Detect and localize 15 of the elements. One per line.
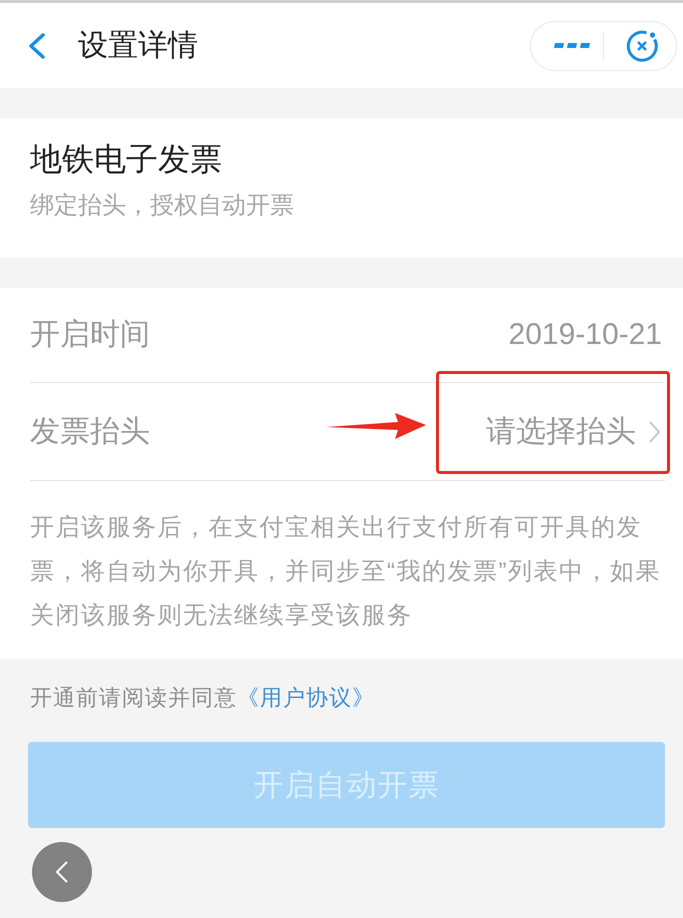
service-subtitle: 绑定抬头，授权自动开票 <box>30 191 294 221</box>
back-icon[interactable] <box>28 32 46 58</box>
agreement-link[interactable]: 《用户协议》 <box>237 685 375 710</box>
chevron-right-icon <box>649 420 660 442</box>
more-icon[interactable] <box>554 43 590 48</box>
row-label: 开启时间 <box>30 317 150 353</box>
close-icon[interactable] <box>624 28 660 64</box>
row-value: 2019-10-21 <box>508 317 662 353</box>
service-description: 开启该服务后，在支付宝相关出行支付所有可开具的发票，将自动为你开具，并同步至“我的发票”列表中，如果关闭该服务则无法继续享受该服务 <box>30 513 662 631</box>
row-label: 发票抬头 <box>30 414 150 450</box>
page-title: 设置详情 <box>78 28 198 64</box>
title-select-button[interactable]: 请选择抬头 <box>486 412 665 452</box>
chevron-left-icon <box>55 860 69 884</box>
service-title: 地铁电子发票 <box>30 140 222 179</box>
agreement-text: 开通前请阅读并同意《用户协议》 <box>30 684 375 712</box>
